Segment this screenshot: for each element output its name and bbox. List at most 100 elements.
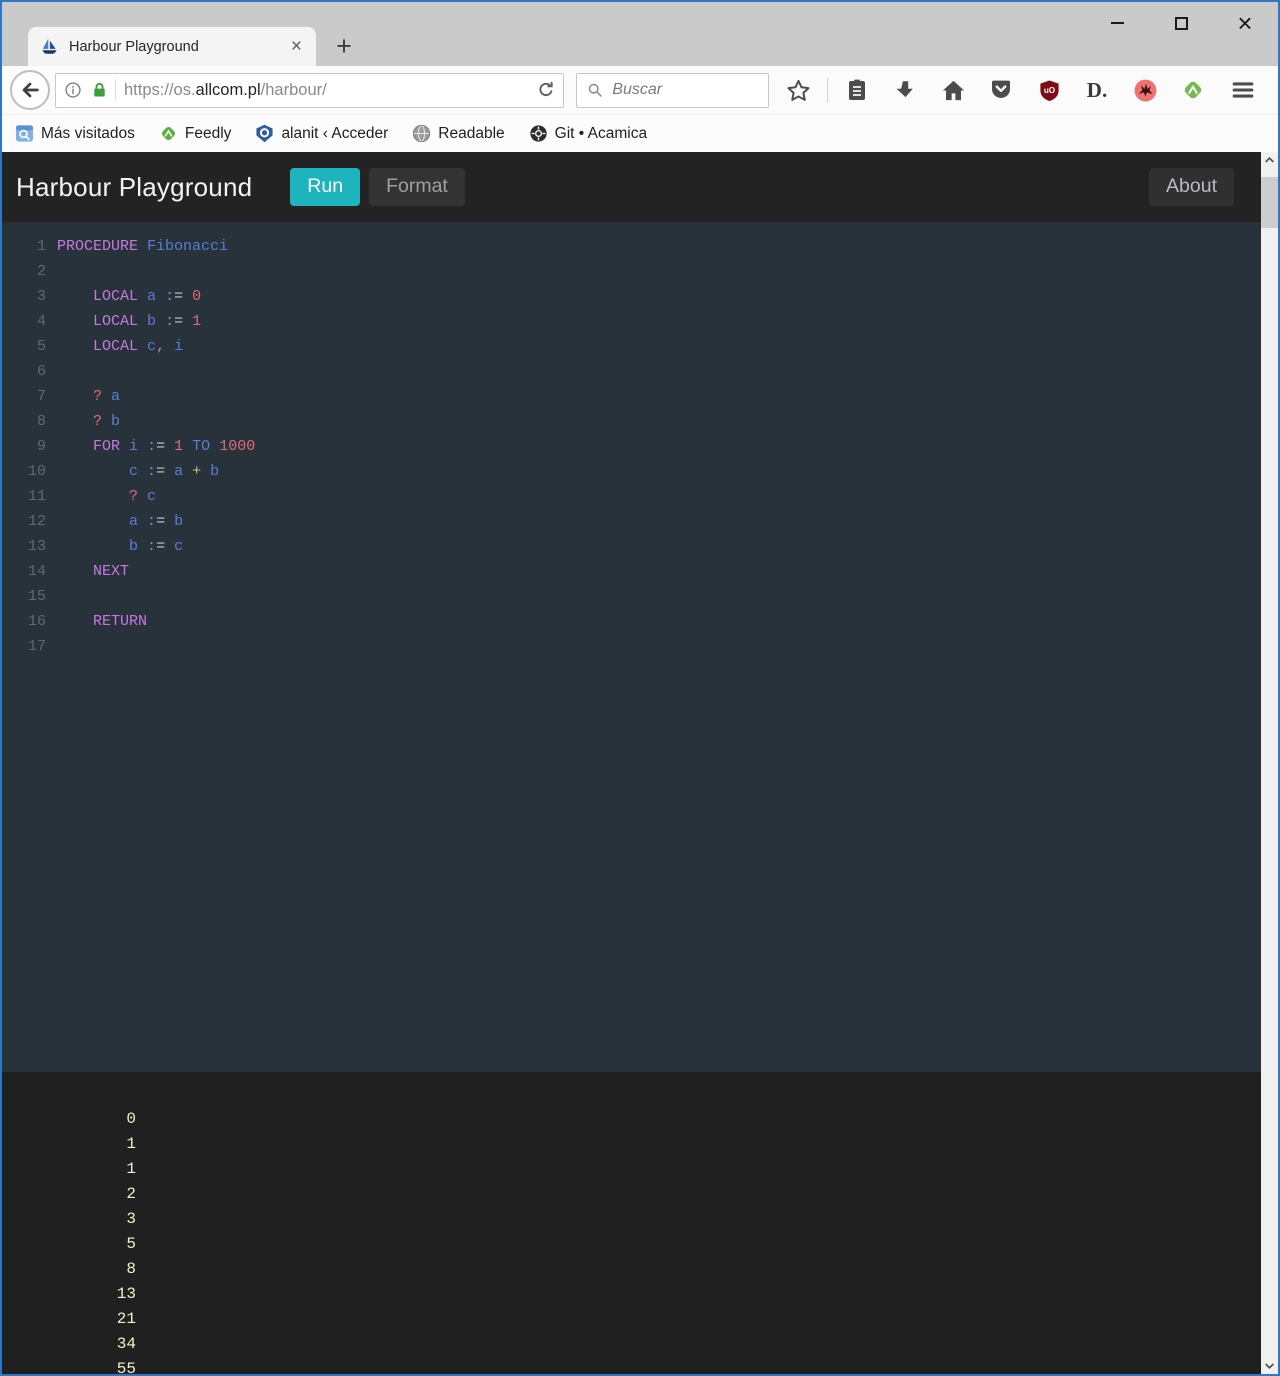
code-line[interactable]: 16 RETURN <box>2 609 1261 634</box>
reading-list-icon[interactable] <box>844 77 870 103</box>
d-extension-icon[interactable]: D. <box>1084 77 1110 103</box>
browser-window: Harbour Playground × + × https://os.allc… <box>0 0 1280 1376</box>
code-line[interactable]: 13 b := c <box>2 534 1261 559</box>
tab-close-icon[interactable]: × <box>289 37 304 56</box>
app-header: Harbour Playground Run Format About <box>2 152 1261 222</box>
line-number: 3 <box>36 288 46 305</box>
code-line[interactable]: 7 ? a <box>2 384 1261 409</box>
code-line[interactable]: 15 <box>2 584 1261 609</box>
ublock-shield-icon[interactable]: uO <box>1036 77 1062 103</box>
output-line: 55 <box>116 1360 136 1374</box>
bookmark-git-acamica[interactable]: Git • Acamica <box>529 124 647 143</box>
code-line[interactable]: 2 <box>2 259 1261 284</box>
readable-globe-icon <box>412 124 431 143</box>
line-number: 2 <box>36 263 46 280</box>
bookmark-label: Más visitados <box>41 124 135 142</box>
output-line: 8 <box>126 1260 136 1278</box>
tab-bar: Harbour Playground × + × <box>2 2 1278 66</box>
line-number: 6 <box>36 363 46 380</box>
line-number: 16 <box>27 613 46 630</box>
minimize-button[interactable] <box>1094 6 1140 40</box>
line-number: 14 <box>27 563 46 580</box>
minimize-icon <box>1110 22 1124 24</box>
line-number: 8 <box>36 413 46 430</box>
line-number: 5 <box>36 338 46 355</box>
line-number: 1 <box>36 238 46 255</box>
page-scrollbar[interactable] <box>1261 152 1278 1374</box>
reload-icon[interactable] <box>536 80 556 100</box>
scrollbar-down-icon[interactable] <box>1261 1357 1278 1374</box>
feedly-icon[interactable] <box>1180 77 1206 103</box>
scrollbar-up-icon[interactable] <box>1261 152 1278 169</box>
page-content: Harbour Playground Run Format About 1 PRO… <box>2 152 1261 1374</box>
line-number: 7 <box>36 388 46 405</box>
back-button[interactable] <box>10 70 50 110</box>
search-box[interactable]: Buscar <box>576 72 769 108</box>
alanit-shield-icon <box>255 124 274 143</box>
browser-tab[interactable]: Harbour Playground × <box>28 27 316 66</box>
bookmark-feedly[interactable]: Feedly <box>159 124 232 143</box>
menu-icon[interactable] <box>1230 77 1256 103</box>
bookmark-most-visited[interactable]: Más visitados <box>15 124 135 143</box>
download-icon[interactable] <box>892 77 918 103</box>
code-line[interactable]: 10 c := a + b <box>2 459 1261 484</box>
nav-toolbar: https://os.allcom.pl/harbour/ Buscar uO … <box>2 66 1278 114</box>
line-number: 13 <box>27 538 46 555</box>
window-controls: × <box>1094 6 1268 40</box>
address-bar[interactable]: https://os.allcom.pl/harbour/ <box>55 72 565 108</box>
maximize-icon <box>1174 16 1188 30</box>
lock-icon[interactable] <box>90 81 109 100</box>
code-line[interactable]: 11 ? c <box>2 484 1261 509</box>
code-line[interactable]: 3 LOCAL a := 0 <box>2 284 1261 309</box>
bookmark-alanit[interactable]: alanit ‹ Acceder <box>255 124 388 143</box>
home-icon[interactable] <box>940 77 966 103</box>
code-line[interactable]: 9 FOR i := 1 TO 1000 <box>2 434 1261 459</box>
line-number: 17 <box>27 638 46 655</box>
red-extension-icon[interactable] <box>1132 77 1158 103</box>
line-number: 4 <box>36 313 46 330</box>
output-line: 34 <box>116 1335 136 1353</box>
svg-text:uO: uO <box>1043 86 1054 95</box>
code-line[interactable]: 4 LOCAL b := 1 <box>2 309 1261 334</box>
output-line: 1 <box>126 1160 136 1178</box>
url-separator <box>115 79 116 101</box>
output-line: 21 <box>116 1310 136 1328</box>
code-line[interactable]: 17 <box>2 634 1261 659</box>
bookmark-readable[interactable]: Readable <box>412 124 505 143</box>
code-line[interactable]: 6 <box>2 359 1261 384</box>
bookmarks-bar: Más visitados Feedly alanit ‹ Acceder Re… <box>2 114 1278 152</box>
pocket-icon[interactable] <box>988 77 1014 103</box>
search-input[interactable]: Buscar <box>612 81 662 99</box>
line-number: 9 <box>36 438 46 455</box>
code-line[interactable]: 8 ? b <box>2 409 1261 434</box>
new-tab-button[interactable]: + <box>327 31 361 61</box>
info-icon[interactable] <box>63 80 83 100</box>
maximize-button[interactable] <box>1158 6 1204 40</box>
toolbar-divider <box>827 78 828 102</box>
bookmark-label: Feedly <box>184 124 232 142</box>
url-input[interactable]: https://os.allcom.pl/harbour/ <box>124 81 536 100</box>
line-number: 15 <box>27 588 46 605</box>
code-editor[interactable]: 1 PROCEDURE Fibonacci 2 3 LOCAL a := 04 LOC… <box>2 222 1261 1072</box>
bookmark-star-icon[interactable] <box>785 77 811 103</box>
code-line[interactable]: 14 NEXT <box>2 559 1261 584</box>
close-icon: × <box>1237 8 1253 38</box>
back-arrow-icon <box>19 79 41 101</box>
output-area: 0 1 1 2 3 5 8 13 21 34 55 <box>2 1072 1261 1374</box>
code-line[interactable]: 12 a := b <box>2 509 1261 534</box>
output-line: 0 <box>126 1110 136 1128</box>
page-title: Harbour Playground <box>16 171 253 202</box>
code-line[interactable]: 5 LOCAL c, i <box>2 334 1261 359</box>
bookmark-label: Readable <box>438 124 505 142</box>
harbour-sailboat-favicon-icon <box>40 37 59 56</box>
scrollbar-thumb[interactable] <box>1261 177 1278 228</box>
output-line: 2 <box>126 1185 136 1203</box>
run-button[interactable]: Run <box>290 168 361 206</box>
format-button[interactable]: Format <box>369 168 465 206</box>
code-line[interactable]: 1 PROCEDURE Fibonacci <box>2 234 1261 259</box>
close-button[interactable]: × <box>1222 6 1268 40</box>
bookmark-label: alanit ‹ Acceder <box>281 124 389 142</box>
git-gear-icon <box>529 124 548 143</box>
output-line: 1 <box>126 1135 136 1153</box>
about-button[interactable]: About <box>1149 168 1234 206</box>
